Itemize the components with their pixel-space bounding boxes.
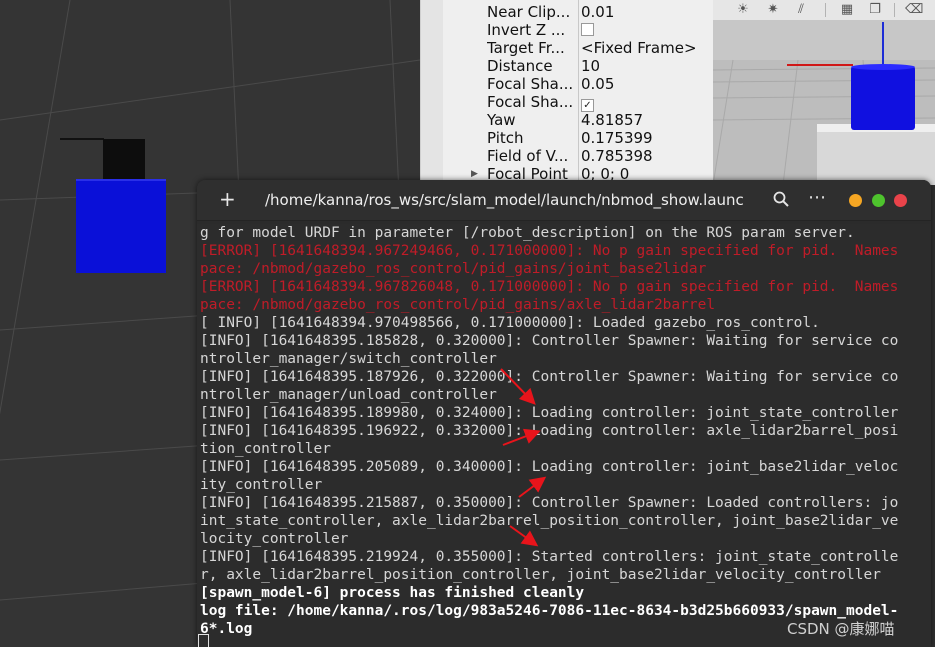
- log-line: int_state_controller, axle_lidar2barrel_…: [200, 513, 899, 529]
- robot-model[interactable]: [60, 138, 166, 273]
- log-line: [INFO] [1641648395.215887, 0.350000]: Co…: [200, 495, 899, 511]
- log-line: [INFO] [1641648395.187926, 0.322000]: Co…: [200, 369, 899, 385]
- property-row[interactable]: Near Clip... 0.01: [421, 3, 714, 21]
- property-value[interactable]: 0.785398: [581, 147, 653, 165]
- property-row[interactable]: Pitch 0.175399: [421, 129, 714, 147]
- terminal-cursor: [198, 634, 209, 647]
- log-line: g for model URDF in parameter [/robot_de…: [200, 225, 855, 241]
- rviz-robot[interactable]: [851, 66, 915, 130]
- grid-icon[interactable]: ▦: [839, 2, 855, 18]
- property-key: Field of V...: [487, 147, 569, 165]
- rviz-render-panel[interactable]: ☀ ✷ ⫽ ▦ ❐ ⌫: [713, 0, 935, 185]
- rviz-view-properties[interactable]: Near Clip... 0.01 Invert Z ... Target Fr...…: [420, 0, 714, 185]
- property-value[interactable]: 0.05: [581, 75, 614, 93]
- close-button[interactable]: [894, 194, 907, 207]
- property-value[interactable]: 4.81857: [581, 111, 643, 129]
- error-line: [ERROR] [1641648394.967826048, 0.1710000…: [200, 279, 899, 295]
- property-key: Target Fr...: [487, 39, 565, 57]
- property-key: Yaw: [487, 111, 516, 129]
- rviz-pedestal: [817, 130, 935, 185]
- new-tab-button[interactable]: +: [219, 188, 236, 210]
- log-line: r, axle_lidar2barrel_position_controller…: [200, 567, 881, 583]
- log-line: [INFO] [1641648395.185828, 0.320000]: Co…: [200, 333, 899, 349]
- menu-button[interactable]: ⋯: [808, 187, 827, 208]
- property-row[interactable]: Distance 10: [421, 57, 714, 75]
- lights-icon[interactable]: ✷: [765, 2, 781, 18]
- trash-icon[interactable]: ⌫: [905, 2, 923, 18]
- log-line: [INFO] [1641648395.219924, 0.355000]: St…: [200, 549, 899, 565]
- log-line: [INFO] [1641648395.189980, 0.324000]: Lo…: [200, 405, 899, 421]
- property-value[interactable]: 0.01: [581, 3, 614, 21]
- terminal-titlebar[interactable]: + /home/kanna/ros_ws/src/slam_model/laun…: [197, 180, 931, 221]
- property-key: Focal Sha...: [487, 93, 574, 111]
- toolbar-separator: [825, 3, 826, 17]
- sun-icon[interactable]: ☀: [735, 2, 751, 18]
- terminal-output[interactable]: g for model URDF in parameter [/robot_de…: [197, 224, 931, 647]
- property-checkbox[interactable]: [581, 23, 594, 36]
- property-row[interactable]: Invert Z ...: [421, 21, 714, 39]
- robot-lidar: [103, 139, 145, 183]
- property-row[interactable]: Target Fr... <Fixed Frame>: [421, 39, 714, 57]
- property-key: Distance: [487, 57, 553, 75]
- toolbar-separator: [894, 3, 895, 17]
- property-key: Focal Sha...: [487, 75, 574, 93]
- watermark: CSDN @康娜喵: [787, 620, 895, 638]
- property-row[interactable]: Field of V... 0.785398: [421, 147, 714, 165]
- robot-base: [76, 180, 166, 273]
- log-line: [spawn_model-6] process has finished cle…: [200, 585, 585, 601]
- property-key: Pitch: [487, 129, 524, 147]
- error-line: pace: /nbmod/gazebo_ros_control/pid_gain…: [200, 297, 716, 313]
- search-icon[interactable]: [772, 190, 790, 208]
- log-line: [INFO] [1641648395.205089, 0.340000]: Lo…: [200, 459, 899, 475]
- terminal-window[interactable]: + /home/kanna/ros_ws/src/slam_model/laun…: [197, 180, 931, 647]
- rviz-scene: [713, 20, 935, 185]
- property-value[interactable]: [581, 21, 594, 39]
- lines-icon[interactable]: ⫽: [793, 2, 809, 18]
- log-line: ntroller_manager/unload_controller: [200, 387, 497, 403]
- terminal-title: /home/kanna/ros_ws/src/slam_model/launch…: [265, 191, 745, 209]
- log-line: [INFO] [1641648395.196922, 0.332000]: Lo…: [200, 423, 899, 439]
- property-row[interactable]: Focal Sha... 0.05: [421, 75, 714, 93]
- property-key: Near Clip...: [487, 3, 571, 21]
- property-row[interactable]: Yaw 4.81857: [421, 111, 714, 129]
- log-line: ntroller_manager/switch_controller: [200, 351, 497, 367]
- log-line: tion_controller: [200, 441, 331, 457]
- error-line: pace: /nbmod/gazebo_ros_control/pid_gain…: [200, 261, 707, 277]
- log-line: [ INFO] [1641648394.970498566, 0.1710000…: [200, 315, 820, 331]
- property-value[interactable]: 0.175399: [581, 129, 653, 147]
- maximize-button[interactable]: [872, 194, 885, 207]
- copy-icon[interactable]: ❐: [867, 2, 883, 18]
- error-line: [ERROR] [1641648394.967249466, 0.1710000…: [200, 243, 899, 259]
- property-value[interactable]: ✓: [581, 93, 594, 112]
- property-value[interactable]: 10: [581, 57, 600, 75]
- log-line: ity_controller: [200, 477, 323, 493]
- rviz-toolbar: ☀ ✷ ⫽ ▦ ❐ ⌫: [713, 0, 935, 21]
- property-row[interactable]: Focal Sha... ✓: [421, 93, 714, 112]
- property-key: Invert Z ...: [487, 21, 566, 39]
- property-value[interactable]: <Fixed Frame>: [581, 39, 697, 57]
- log-line: locity_controller: [200, 531, 349, 547]
- minimize-button[interactable]: [849, 194, 862, 207]
